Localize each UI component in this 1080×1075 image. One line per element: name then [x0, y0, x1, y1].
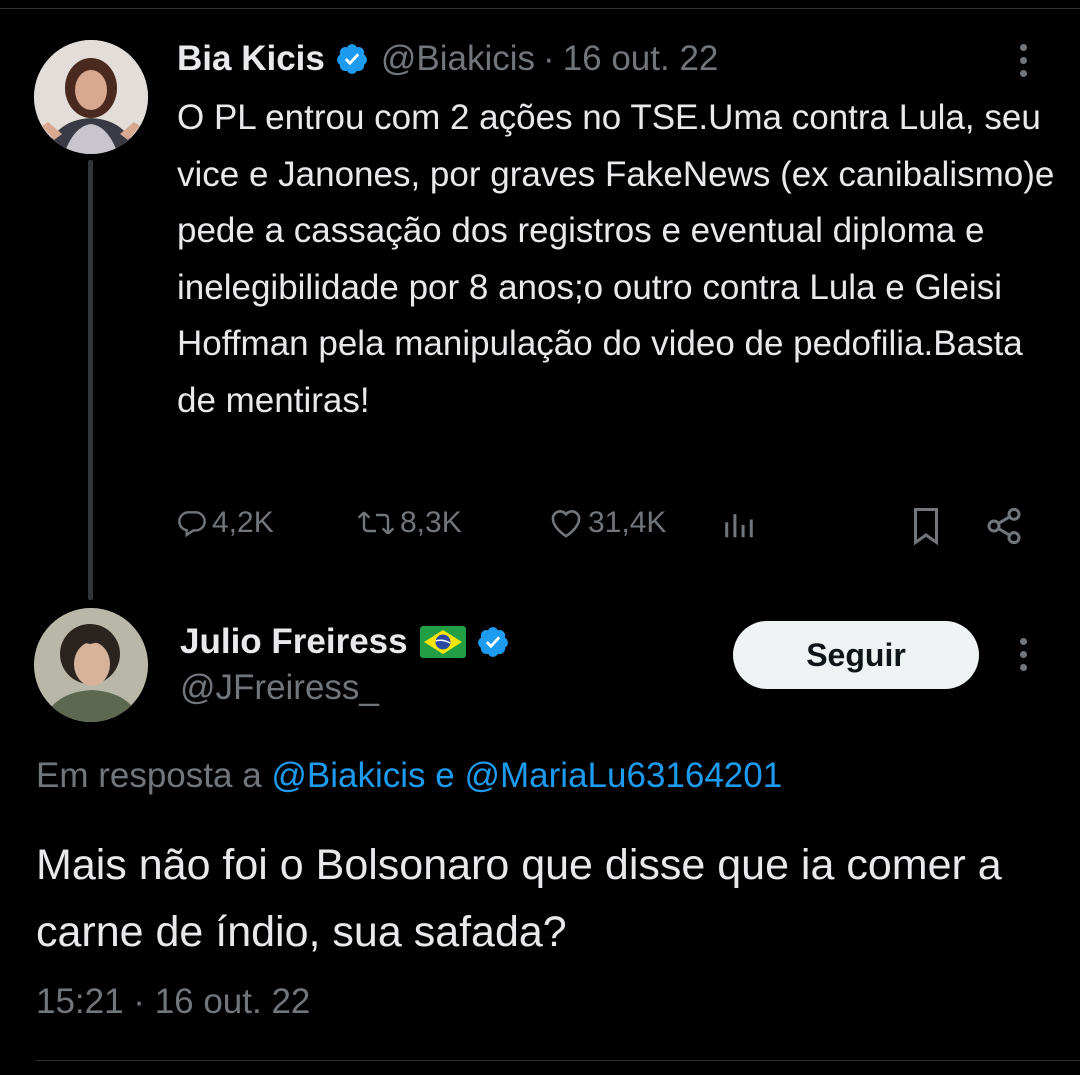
- brazil-flag-icon: [419, 626, 466, 658]
- retweet-count: 8,3K: [400, 506, 462, 539]
- reply-to-conjunction: e: [435, 756, 455, 795]
- reply-author-handle[interactable]: @JFreiress_: [180, 668, 379, 708]
- bookmark-button[interactable]: [908, 506, 944, 546]
- more-options-icon[interactable]: [1018, 44, 1028, 77]
- retweet-button[interactable]: 8,3K: [356, 506, 462, 540]
- views-icon: [722, 510, 756, 540]
- follow-button[interactable]: Seguir: [733, 621, 979, 689]
- verified-badge-icon: [335, 42, 369, 76]
- top-divider: [0, 8, 1080, 9]
- reply-text: Mais não foi o Bolsonaro que disse que i…: [36, 841, 1002, 956]
- reply-timestamp[interactable]: 15:21 · 16 out. 22: [36, 982, 310, 1022]
- reply-icon: [176, 507, 208, 539]
- verified-badge-icon: [476, 625, 510, 659]
- author-name[interactable]: Bia Kicis: [177, 39, 325, 79]
- mention-link[interactable]: @MariaLu63164201: [465, 756, 783, 795]
- retweet-icon: [356, 507, 396, 539]
- author-avatar[interactable]: [34, 40, 148, 154]
- tweet-header: Bia Kicis @Biakicis · 16 out. 22: [177, 36, 718, 82]
- reply-author-row: Julio Freiress: [180, 618, 510, 666]
- like-icon: [548, 507, 584, 539]
- reply-author-avatar[interactable]: [34, 608, 148, 722]
- reply-to-line: Em resposta a @Biakicis e @MariaLu631642…: [36, 756, 782, 796]
- reply-count: 4,2K: [212, 506, 274, 539]
- like-count: 31,4K: [588, 506, 667, 539]
- separator-dot: ·: [543, 39, 555, 78]
- reply-button[interactable]: 4,2K: [176, 506, 274, 540]
- share-button[interactable]: [984, 506, 1024, 546]
- share-icon: [984, 506, 1024, 546]
- bottom-divider: [36, 1060, 1080, 1061]
- tweet-actions: 4,2K 8,3K 31,4K: [0, 500, 1080, 552]
- tweet-text: O PL entrou com 2 ações no TSE.Uma contr…: [177, 98, 1055, 420]
- like-button[interactable]: 31,4K: [548, 506, 666, 540]
- author-handle[interactable]: @Biakicis: [381, 39, 535, 79]
- reply-to-prefix: Em resposta a: [36, 756, 262, 795]
- views-button[interactable]: [722, 510, 756, 540]
- bookmark-icon: [908, 506, 944, 546]
- reply-author-name[interactable]: Julio Freiress: [180, 622, 408, 662]
- mention-link[interactable]: @Biakicis: [271, 756, 425, 795]
- more-options-icon[interactable]: [1018, 638, 1028, 671]
- tweet-date[interactable]: 16 out. 22: [563, 39, 719, 79]
